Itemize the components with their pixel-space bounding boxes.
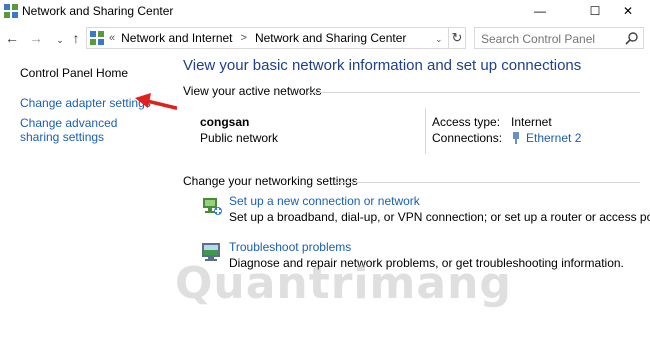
title-bar: Network and Sharing Center — ☐ ✕	[0, 0, 650, 22]
forward-button[interactable]: →	[28, 30, 44, 46]
network-center-icon	[4, 4, 18, 18]
watermark: Quantrimang	[175, 258, 512, 309]
minimize-button[interactable]: —	[518, 0, 562, 22]
address-bar[interactable]: « Network and Internet > Network and Sha…	[86, 27, 466, 49]
up-button[interactable]: ↑	[68, 30, 84, 46]
change-adapter-settings-link[interactable]: Change adapter settings	[20, 96, 151, 110]
task-setup-connection: Set up a new connection or network Set u…	[200, 194, 650, 230]
address-dropdown-icon[interactable]: ⌄	[435, 31, 447, 47]
breadcrumb-network-and-internet[interactable]: Network and Internet	[121, 31, 232, 45]
close-button[interactable]: ✕	[606, 0, 650, 22]
page-title: View your basic network information and …	[183, 57, 582, 74]
breadcrumb-network-and-sharing-center[interactable]: Network and Sharing Center	[255, 31, 406, 45]
control-panel-home-link[interactable]: Control Panel Home	[20, 66, 128, 80]
ethernet-connection-link[interactable]: Ethernet 2	[511, 131, 581, 145]
recent-locations-button[interactable]: ⌄	[52, 32, 68, 48]
vertical-divider	[425, 108, 426, 154]
ethernet-icon	[513, 132, 519, 144]
section-divider	[307, 92, 640, 93]
breadcrumb-separator-icon[interactable]: >	[241, 32, 247, 44]
back-button[interactable]: ←	[4, 30, 20, 46]
overflow-chevron-icon[interactable]: «	[109, 32, 115, 44]
network-type: Public network	[200, 131, 279, 145]
network-name: congsan	[200, 115, 250, 129]
control-panel-icon	[90, 31, 104, 45]
search-input[interactable]	[481, 31, 619, 46]
search-box[interactable]	[474, 27, 644, 49]
networking-settings-label: Change your networking settings	[183, 174, 358, 188]
address-row: ← → ⌄ ↑ « Network and Internet > Network…	[0, 26, 650, 52]
setup-connection-link[interactable]: Set up a new connection or network	[229, 194, 420, 208]
search-icon[interactable]	[625, 31, 639, 45]
access-type-label: Access type:	[432, 115, 501, 129]
access-type-value: Internet	[511, 115, 552, 129]
connections-label: Connections:	[432, 131, 503, 145]
red-annotation-arrow-icon	[135, 93, 177, 110]
breadcrumb: « Network and Internet > Network and Sha…	[109, 31, 406, 45]
ethernet-connection-label[interactable]: Ethernet 2	[526, 131, 581, 145]
refresh-button[interactable]: ↻	[448, 27, 466, 49]
setup-connection-description: Set up a broadband, dial-up, or VPN conn…	[229, 210, 650, 224]
section-divider	[335, 182, 640, 183]
troubleshoot-problems-link[interactable]: Troubleshoot problems	[229, 240, 351, 254]
active-networks-label: View your active networks	[183, 84, 322, 98]
window-title: Network and Sharing Center	[22, 4, 174, 18]
change-advanced-sharing-settings-link[interactable]: Change advanced sharing settings	[20, 116, 155, 144]
network-setup-icon	[203, 198, 222, 215]
